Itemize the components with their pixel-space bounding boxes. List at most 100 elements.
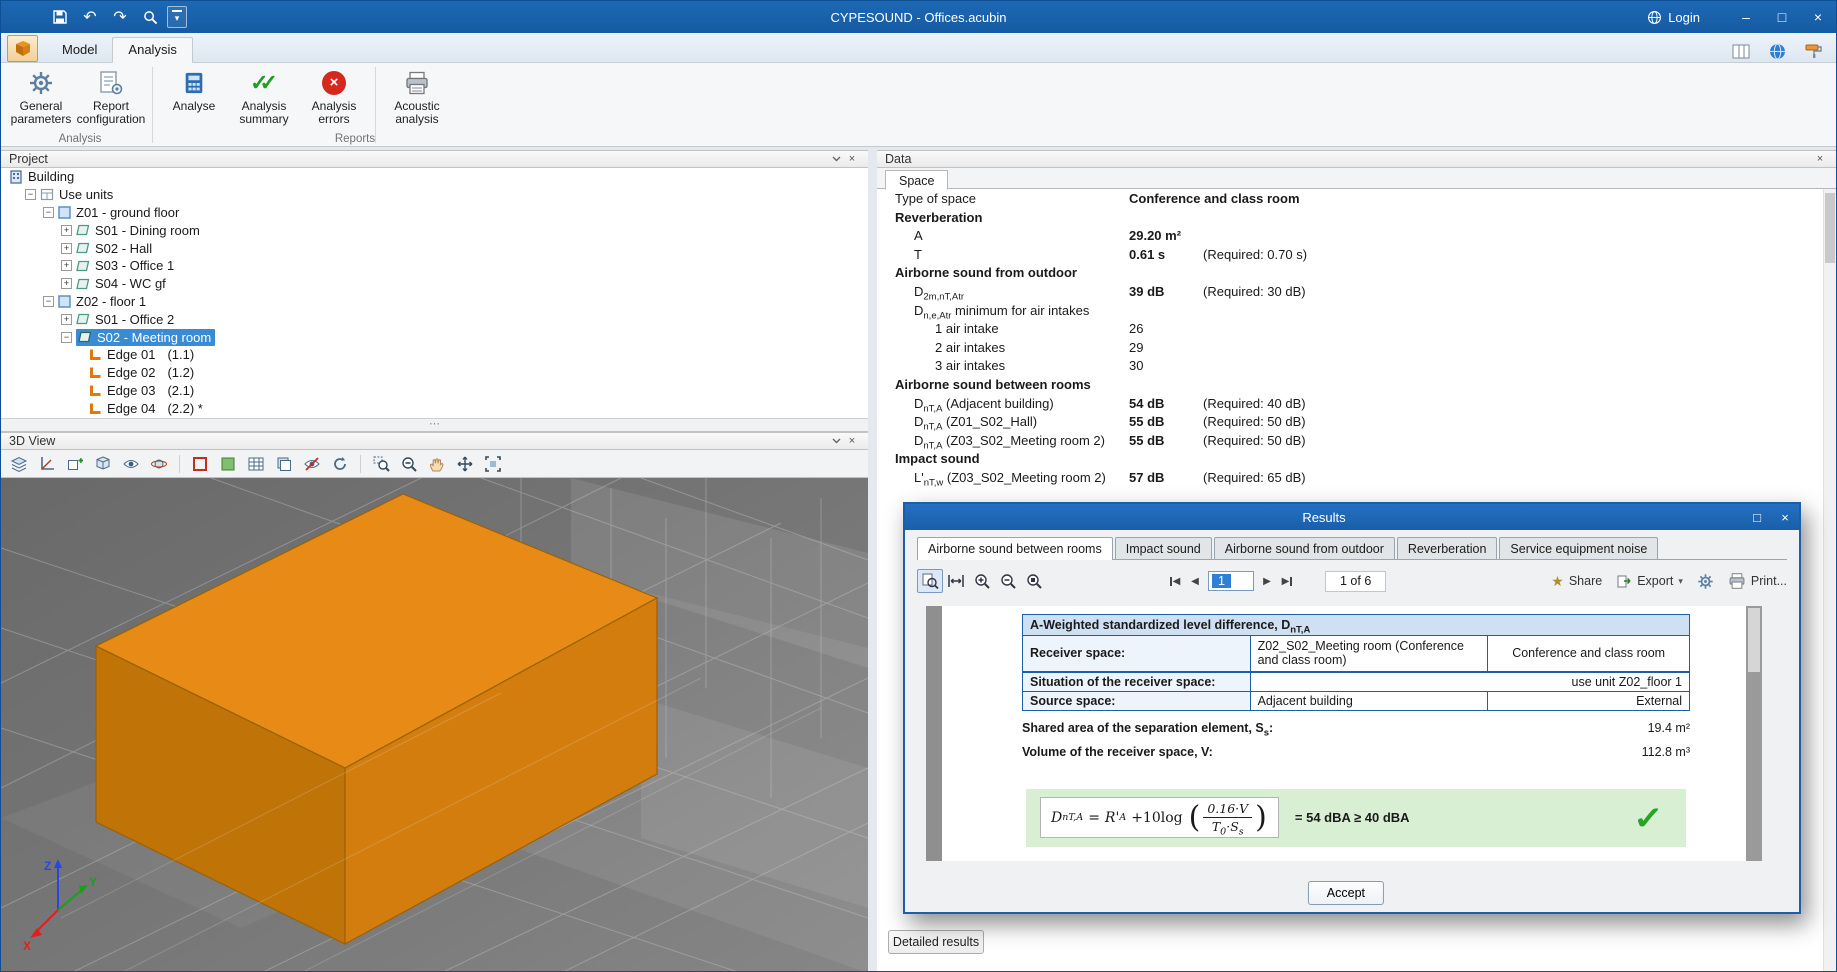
solid-view-button[interactable] (90, 452, 116, 476)
first-page-button[interactable]: ◀ (1165, 571, 1185, 591)
results-dialog-titlebar[interactable]: Results □ × (905, 504, 1799, 530)
analysis-errors-button[interactable]: × Analysis errors (299, 63, 369, 127)
tree-item-edge-03[interactable]: Edge 03 (2.1) (1, 382, 868, 400)
collapse-expander-icon[interactable]: − (43, 295, 54, 307)
share-button[interactable]: ★ Share (1551, 573, 1602, 590)
tree-item-edge-02[interactable]: Edge 02 (1.2) (1, 364, 868, 382)
vertical-splitter[interactable] (868, 150, 877, 971)
print-settings-button[interactable] (1697, 573, 1714, 590)
save-button[interactable] (47, 4, 73, 30)
expand-expander-icon[interactable]: + (61, 313, 72, 325)
qat-customize-button[interactable]: ▾ (167, 6, 187, 28)
last-page-button[interactable]: ▶ (1277, 571, 1297, 591)
detailed-results-button[interactable]: Detailed results (888, 930, 984, 954)
tab-model[interactable]: Model (47, 38, 112, 62)
report-configuration-button[interactable]: Report configuration (76, 63, 146, 127)
tree-item-z02[interactable]: − Z02 - floor 1 (1, 293, 868, 311)
page-number-input[interactable]: 1 (1208, 571, 1254, 591)
maximize-button[interactable]: □ (1764, 1, 1800, 33)
tree-item-use-units[interactable]: − Use units (1, 186, 868, 204)
tab-airborne-outdoor[interactable]: Airborne sound from outdoor (1213, 537, 1395, 559)
pan-button[interactable] (424, 452, 450, 476)
report-preview[interactable]: A-Weighted standardized level difference… (926, 606, 1762, 861)
search-button[interactable] (137, 4, 163, 30)
analyse-button[interactable]: Analyse (159, 63, 229, 113)
collapse-expander-icon[interactable]: − (43, 206, 54, 218)
zoom-window-button[interactable] (368, 452, 394, 476)
visibility-button[interactable] (118, 452, 144, 476)
orbit-button[interactable] (146, 452, 172, 476)
app-logo[interactable] (7, 35, 38, 62)
tab-impact-sound[interactable]: Impact sound (1114, 537, 1212, 559)
tree-item-building[interactable]: Building (1, 168, 868, 186)
tree-item-edge-01[interactable]: Edge 01 (1.1) (1, 346, 868, 364)
dialog-close-button[interactable]: × (1771, 506, 1799, 528)
window-layout-button[interactable] (1728, 38, 1754, 64)
login-button[interactable]: Login (1647, 10, 1700, 25)
tree-item-s02-meeting-room[interactable]: − S02 - Meeting room (1, 328, 868, 346)
tree-item-edge-04[interactable]: Edge 04 (2.2) * (1, 399, 868, 417)
add-element-button[interactable] (62, 452, 88, 476)
collapse-expander-icon[interactable]: − (61, 331, 72, 343)
zoom-reset-button[interactable] (1021, 569, 1047, 593)
tree-item-s03-office1[interactable]: + S03 - Office 1 (1, 257, 868, 275)
show-faces-button[interactable] (215, 452, 241, 476)
grid-button[interactable] (243, 452, 269, 476)
export-button[interactable]: Export ▾ (1616, 573, 1683, 589)
data-panel-scrollbar[interactable] (1823, 189, 1836, 971)
stack-button[interactable] (271, 452, 297, 476)
next-page-button[interactable]: ▶ (1257, 571, 1277, 591)
panel-collapse-button[interactable] (828, 434, 844, 448)
selected-tree-item[interactable]: S02 - Meeting room (76, 328, 216, 346)
scrollbar-thumb[interactable] (1748, 608, 1760, 672)
web-button[interactable] (1764, 38, 1790, 64)
3d-viewport[interactable]: Z Y X (1, 478, 868, 971)
zoom-out-button[interactable] (995, 569, 1021, 593)
accept-button[interactable]: Accept (1307, 881, 1384, 905)
hide-elements-button[interactable] (299, 452, 325, 476)
analysis-summary-button[interactable]: ✓✓ Analysis summary (229, 63, 299, 127)
axes-button[interactable] (34, 452, 60, 476)
tab-analysis[interactable]: Analysis (112, 37, 193, 63)
tab-space[interactable]: Space (885, 170, 949, 190)
panel-collapse-button[interactable] (828, 152, 844, 166)
layers-button[interactable] (6, 452, 32, 476)
expand-expander-icon[interactable]: + (61, 260, 72, 272)
close-button[interactable]: × (1800, 1, 1836, 33)
collapse-expander-icon[interactable]: − (25, 189, 36, 201)
tree-item-s02-hall[interactable]: + S02 - Hall (1, 239, 868, 257)
refresh-view-button[interactable] (327, 452, 353, 476)
expand-expander-icon[interactable]: + (61, 278, 72, 290)
general-parameters-button[interactable]: General parameters (6, 63, 76, 127)
horizontal-splitter[interactable]: ⋯ (1, 418, 868, 432)
expand-expander-icon[interactable]: + (61, 224, 72, 236)
tree-item-s04-wc[interactable]: + S04 - WC gf (1, 275, 868, 293)
panel-close-button[interactable]: × (1812, 152, 1828, 166)
print-button[interactable]: Print... (1728, 572, 1787, 590)
preview-scrollbar[interactable] (1746, 606, 1762, 861)
theme-button[interactable] (1800, 38, 1826, 64)
scrollbar-thumb[interactable] (1825, 193, 1835, 263)
move-button[interactable] (452, 452, 478, 476)
fit-view-button[interactable] (480, 452, 506, 476)
tab-service-equipment-noise[interactable]: Service equipment noise (1499, 537, 1659, 559)
show-edges-button[interactable] (187, 452, 213, 476)
tree-item-s01-office2[interactable]: + S01 - Office 2 (1, 310, 868, 328)
redo-button[interactable]: ↷ (107, 4, 133, 30)
tree-item-s01-dining[interactable]: + S01 - Dining room (1, 221, 868, 239)
undo-button[interactable]: ↶ (77, 4, 103, 30)
zoom-out-button[interactable] (396, 452, 422, 476)
panel-close-button[interactable]: × (844, 434, 860, 448)
zoom-selection-button[interactable] (917, 569, 943, 593)
dialog-maximize-button[interactable]: □ (1743, 506, 1771, 528)
fit-width-button[interactable] (943, 569, 969, 593)
tab-airborne-between-rooms[interactable]: Airborne sound between rooms (917, 537, 1113, 560)
minimize-button[interactable]: – (1728, 1, 1764, 33)
tree-item-z01[interactable]: − Z01 - ground floor (1, 204, 868, 222)
zoom-in-button[interactable] (969, 569, 995, 593)
previous-page-button[interactable]: ◀ (1185, 571, 1205, 591)
tab-reverberation[interactable]: Reverberation (1396, 537, 1498, 559)
expand-expander-icon[interactable]: + (61, 242, 72, 254)
acoustic-analysis-button[interactable]: Acoustic analysis (382, 63, 452, 127)
panel-close-button[interactable]: × (844, 152, 860, 166)
